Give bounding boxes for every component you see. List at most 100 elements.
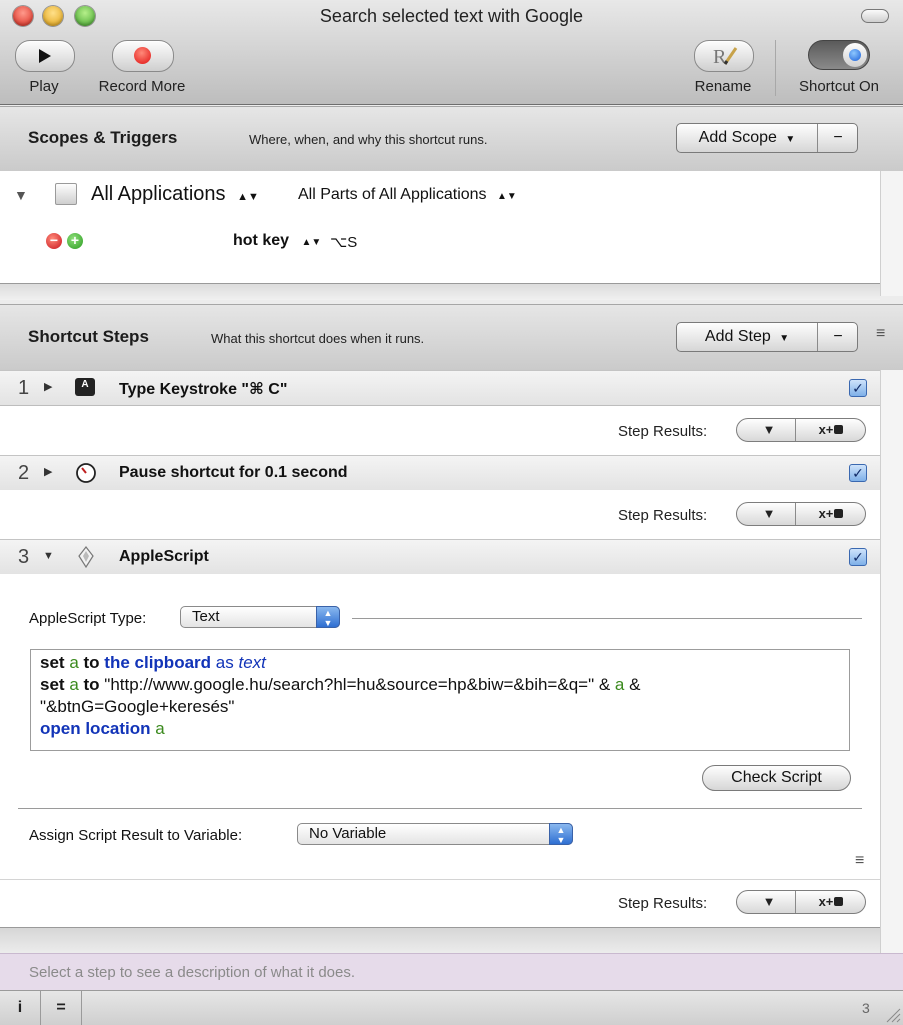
segment-divider [795, 419, 796, 441]
add-step-button[interactable]: Add Step ▼ [677, 323, 817, 351]
scope-application-popup[interactable]: All Applications ▲▼ [91, 183, 259, 206]
steps-description: What this shortcut does when it runs. [211, 331, 425, 346]
scopes-content: ▼ All Applications ▲▼ All Parts of All A… [0, 171, 880, 283]
steps-title: Shortcut Steps [28, 327, 149, 346]
expand-triangle-icon[interactable]: ▶ [44, 380, 52, 393]
add-scope-label: Add Scope [698, 129, 777, 146]
step-enabled-checkbox[interactable]: ✓ [849, 379, 867, 397]
toolbar-divider [775, 40, 776, 96]
remove-trigger-icon[interactable]: − [46, 233, 62, 249]
script-line: set a to "http://www.google.hu/search?hl… [40, 674, 840, 696]
record-more-button[interactable] [112, 40, 174, 72]
keyword: set [40, 653, 65, 672]
comment-icon [834, 509, 844, 518]
scope-parts-popup[interactable]: All Parts of All Applications ▲▼ [298, 186, 517, 204]
results-filter-button[interactable]: ▼ [737, 503, 801, 525]
remove-scope-button[interactable]: − [818, 124, 858, 152]
record-icon [134, 47, 151, 64]
shortcut-on-toggle[interactable] [808, 40, 870, 70]
add-trigger-icon[interactable]: + [67, 233, 83, 249]
drag-handle-icon[interactable]: ≡ [876, 326, 885, 342]
step-results-bar: Step Results: ▼ x+ [0, 879, 880, 928]
rename-icon: R [713, 46, 738, 68]
step-results-control: ▼ x+ [736, 418, 866, 442]
collapse-triangle-icon[interactable]: ▼ [43, 550, 54, 562]
results-variable-button[interactable]: x+ [799, 419, 863, 441]
disclosure-triangle-icon[interactable]: ▼ [14, 187, 28, 203]
rename-label: Rename [694, 78, 752, 95]
step-count: 3 [862, 1000, 870, 1016]
remove-step-button[interactable]: − [818, 323, 858, 351]
script-line: set a to the clipboard as text [40, 652, 840, 674]
separator-line [352, 618, 862, 619]
assign-variable-popup[interactable]: No Variable ▲ ▼ [297, 823, 573, 845]
segment-divider [795, 891, 796, 913]
step-enabled-checkbox[interactable]: ✓ [849, 464, 867, 482]
step-number: 2 [18, 462, 30, 484]
check-script-button[interactable]: Check Script [702, 765, 851, 791]
keyword: to [83, 675, 100, 694]
drag-handle-icon[interactable]: ≡ [855, 852, 864, 870]
scopes-header: Scopes & Triggers Where, when, and why t… [0, 106, 903, 172]
shortcut-on-label: Shortcut On [798, 78, 880, 95]
trigger-type-popup[interactable]: hot key ▲▼ [233, 232, 321, 250]
assign-variable-label: Assign Script Result to Variable: [29, 827, 243, 844]
results-variable-button[interactable]: x+ [799, 503, 863, 525]
step-title: Pause shortcut for 0.1 second [119, 464, 348, 481]
step-row[interactable]: 2 ▶ Pause shortcut for 0.1 second ✓ [0, 455, 880, 491]
keyword: set [40, 675, 65, 694]
timer-icon [76, 463, 96, 483]
info-button[interactable]: i [0, 991, 41, 1025]
hot-key-field[interactable]: ⌥S [330, 233, 357, 251]
applescript-type-popup[interactable]: Text ▲ ▼ [180, 606, 340, 628]
comment-icon [834, 897, 844, 906]
keyboard-icon: A [75, 378, 95, 396]
expand-triangle-icon[interactable]: ▶ [44, 465, 52, 478]
step-enabled-checkbox[interactable]: ✓ [849, 548, 867, 566]
record-more-label: Record More [98, 78, 186, 95]
operator: & [598, 675, 611, 694]
results-filter-button[interactable]: ▼ [737, 891, 801, 913]
scopes-bottom-edge [0, 283, 880, 300]
description-bar: Select a step to see a description of wh… [0, 953, 903, 990]
equals-button[interactable]: = [41, 991, 82, 1025]
script-line: open location a [40, 718, 840, 740]
bottom-bar: i = 3 [0, 990, 903, 1025]
string-literal: "&btnG=Google+keresés" [40, 697, 235, 716]
resize-grip-icon[interactable] [885, 1007, 901, 1023]
rename-button[interactable]: R [694, 40, 754, 72]
scopes-description: Where, when, and why this shortcut runs. [249, 132, 488, 147]
trigger-type-label: hot key [233, 232, 290, 249]
variable: a [155, 719, 165, 738]
results-filter-button[interactable]: ▼ [737, 419, 801, 441]
step-row[interactable]: 3 ▼ AppleScript ✓ [0, 539, 880, 575]
play-button[interactable] [15, 40, 75, 72]
comment-icon [834, 425, 844, 434]
steps-scrollbar[interactable] [880, 370, 903, 953]
steps-header: Shortcut Steps What this shortcut does w… [0, 304, 903, 372]
add-scope-button[interactable]: Add Scope ▼ [677, 124, 817, 152]
variable: a [614, 675, 625, 694]
step-results-control: ▼ x+ [736, 502, 866, 526]
step-row[interactable]: 1 ▶ A Type Keystroke "⌘ C" ✓ [0, 370, 880, 406]
add-step-segmented: Add Step ▼ − [676, 322, 858, 352]
keyword: as [215, 653, 234, 672]
description-hint: Select a step to see a description of wh… [29, 964, 356, 981]
step-results-label: Step Results: [618, 423, 708, 440]
scope-application-label: All Applications [91, 183, 226, 205]
string-literal: "http://www.google.hu/search?hl=hu&sourc… [104, 675, 595, 694]
scopes-scrollbar[interactable] [880, 171, 903, 296]
popup-arrows-icon: ▲▼ [237, 191, 259, 203]
script-editor[interactable]: set a to the clipboard as text set a to … [30, 649, 850, 751]
step-title: Type Keystroke "⌘ C" [119, 381, 288, 398]
applescript-type-value: Text [192, 608, 220, 625]
step-number: 3 [18, 546, 30, 568]
toolbar-toggle-button[interactable] [861, 9, 889, 23]
applescript-type-label: AppleScript Type: [29, 610, 147, 627]
applescript-icon [78, 546, 94, 569]
window-toolbar: Search selected text with Google Play Re… [0, 0, 903, 105]
popup-arrows-icon: ▲▼ [301, 237, 322, 248]
operator: & [629, 675, 641, 694]
results-variable-button[interactable]: x+ [799, 891, 863, 913]
step-results-label: Step Results: [618, 507, 708, 524]
